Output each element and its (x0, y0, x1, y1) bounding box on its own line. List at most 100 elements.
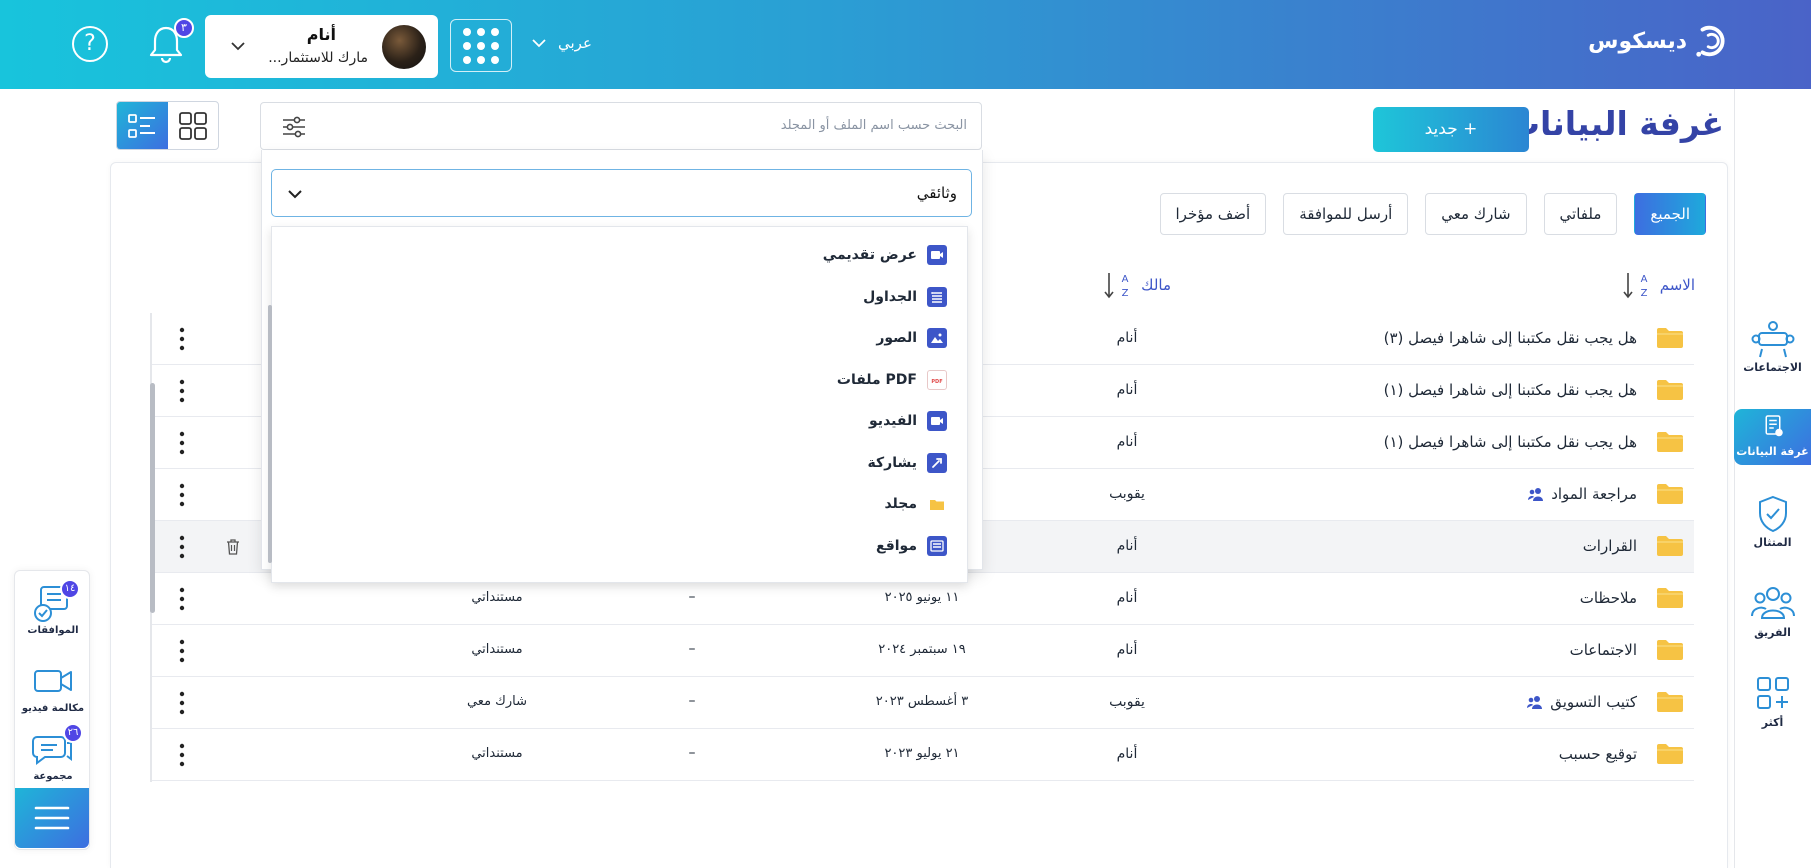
language-selector[interactable]: عربي (530, 34, 592, 52)
shared-users-icon (1527, 695, 1543, 709)
video-call-button[interactable]: مكالمة فيديو (15, 661, 91, 714)
help-button[interactable]: ? (72, 26, 108, 62)
file-name-cell[interactable]: القرارات (1583, 537, 1637, 555)
tab-my-files[interactable]: ملفاتي (1543, 193, 1618, 235)
table-row[interactable]: توقيع حسبب أنام ٢١ يوليو ٢٠٢٣ – مستنداتي (152, 729, 1694, 781)
view-toggle (116, 101, 219, 150)
folder-icon (927, 494, 947, 514)
more-options-icon[interactable] (178, 535, 186, 559)
tab-sent-for-approval[interactable]: أرسل للموافقة (1283, 193, 1409, 235)
file-type-option[interactable]: مجلد (884, 494, 947, 514)
more-options-icon[interactable] (178, 379, 186, 403)
file-type-option[interactable]: يشاركة (868, 452, 947, 473)
option-label: الجداول (863, 288, 917, 305)
rail-label: غرفة البيانات (1736, 445, 1809, 458)
file-name-cell[interactable]: توقيع حسبب (1559, 745, 1637, 763)
sort-az-icon: A Z (1104, 273, 1129, 299)
file-name: الاجتماعات (1569, 641, 1637, 659)
file-name-cell[interactable]: مراجعة المواد (1528, 485, 1637, 503)
chevron-down-icon (532, 39, 546, 48)
new-button[interactable]: + جديد (1373, 107, 1529, 152)
file-type-option[interactable]: الفيديو (869, 411, 947, 431)
file-name: هل يجب نقل مكتبنا إلى شاهرا فيصل (٣) (1383, 329, 1637, 347)
more-options-icon[interactable] (178, 587, 186, 611)
file-name: هل يجب نقل مكتبنا إلى شاهرا فيصل (١) (1383, 433, 1637, 451)
date-cell: ١٩ سبتمبر ٢٠٢٤ (878, 642, 966, 657)
grid-view-button[interactable] (168, 102, 219, 149)
tab-all[interactable]: الجميع (1634, 193, 1706, 235)
table-scrollbar[interactable] (150, 383, 155, 613)
file-type-option[interactable]: الجداول (863, 286, 947, 307)
column-label: الاسم (1659, 276, 1695, 294)
approvals-label: الموافقات (27, 625, 79, 636)
more-options-icon[interactable] (178, 327, 186, 351)
tab-shared-with-me[interactable]: شارك معي (1425, 193, 1527, 235)
file-type-option[interactable]: مواقع (876, 535, 947, 556)
folder-icon (1657, 484, 1683, 504)
file-name-cell[interactable]: هل يجب نقل مكتبنا إلى شاهرا فيصل (١) (1384, 433, 1637, 451)
rail-item-more[interactable]: أكثر (1734, 674, 1811, 744)
file-type-option[interactable]: عرض تقديمي (823, 245, 947, 265)
share-link-icon (927, 452, 947, 473)
owner-cell: أنام (1116, 330, 1138, 346)
rail-item-meetings[interactable]: الاجتماعات (1734, 319, 1811, 389)
grid-plus-icon (1756, 677, 1789, 709)
column-header-owner[interactable]: مالك A Z (1103, 270, 1171, 300)
file-type-option[interactable]: PDF ملفات PDF (837, 369, 947, 390)
page-title: غرفة البيانات (1506, 104, 1724, 143)
brand-logo[interactable]: ديسكوس (1588, 22, 1731, 60)
file-name-cell[interactable]: ملاحظات (1580, 589, 1637, 607)
more-options-icon[interactable] (178, 639, 186, 663)
file-type-select[interactable]: وثائقي (271, 169, 972, 217)
group-chat-label: مجموعة (33, 771, 73, 782)
rail-label: الاجتماعات (1743, 361, 1802, 374)
file-name-cell[interactable]: كتيب التسويق (1527, 693, 1637, 711)
discus-logo-icon (1696, 25, 1725, 57)
column-header-name[interactable]: الاسم A Z (1622, 270, 1695, 300)
list-view-button[interactable] (117, 102, 168, 149)
more-options-icon[interactable] (178, 431, 186, 455)
svg-text:Z: Z (1122, 288, 1129, 299)
size-cell: – (688, 641, 696, 657)
file-type-option[interactable]: الصور (876, 328, 947, 348)
option-label: الصور (876, 330, 917, 346)
more-options-icon[interactable] (178, 691, 186, 715)
size-cell: – (688, 745, 696, 761)
menu-button[interactable] (15, 788, 89, 848)
filter-sliders-icon[interactable] (281, 114, 307, 140)
spreadsheet-icon (927, 286, 947, 307)
table-row[interactable]: الاجتماعات أنام ١٩ سبتمبر ٢٠٢٤ – مستنداتي (152, 625, 1694, 677)
rail-item-data-room[interactable]: غرفة البيانات (1734, 409, 1811, 465)
file-name: مراجعة المواد (1551, 485, 1637, 503)
trash-icon[interactable] (226, 538, 240, 555)
avatar (382, 25, 426, 69)
date-cell: ١١ يونيو ٢٠٢٥ (884, 590, 960, 605)
owner-cell: أنام (1116, 642, 1138, 658)
file-name-cell[interactable]: الاجتماعات (1570, 641, 1637, 659)
shield-icon (1758, 495, 1787, 533)
team-icon (1750, 587, 1795, 619)
folder-icon (1657, 536, 1683, 556)
sort-az-icon: A Z (1623, 273, 1647, 299)
rail-item-compliance[interactable]: المتثال (1734, 494, 1811, 564)
rail-label: أكثر (1761, 716, 1784, 729)
more-options-icon[interactable] (178, 483, 186, 507)
brand-name: ديسكوس (1588, 28, 1687, 54)
dropdown-scrollbar[interactable] (268, 305, 272, 563)
location-cell: مستنداتي (471, 590, 523, 605)
table-row[interactable]: كتيب التسويق يقوبب ٣ أغسطس ٢٠٢٣ – شارك معي (152, 677, 1694, 729)
approvals-badge: ١٤ (60, 579, 80, 599)
location-cell: مستنداتي (471, 642, 523, 657)
rail-label: الفريق (1754, 626, 1791, 639)
tab-recently-added[interactable]: أضف مؤخرا (1159, 193, 1267, 235)
file-name-cell[interactable]: هل يجب نقل مكتبنا إلى شاهرا فيصل (٣) (1384, 329, 1637, 347)
search-input[interactable]: البحث حسب اسم الملف أو المجلد (260, 102, 982, 150)
apps-grid-button[interactable] (450, 19, 512, 72)
user-menu[interactable]: أنام مارك للاستثمار... (205, 15, 438, 78)
file-name: توقيع حسبب (1558, 745, 1637, 763)
file-name-cell[interactable]: هل يجب نقل مكتبنا إلى شاهرا فيصل (١) (1384, 381, 1637, 399)
owner-cell: يقوبب (1109, 694, 1145, 710)
rail-item-team[interactable]: الفريق (1734, 584, 1811, 654)
more-options-icon[interactable] (178, 743, 186, 767)
svg-text:A: A (1122, 274, 1129, 285)
